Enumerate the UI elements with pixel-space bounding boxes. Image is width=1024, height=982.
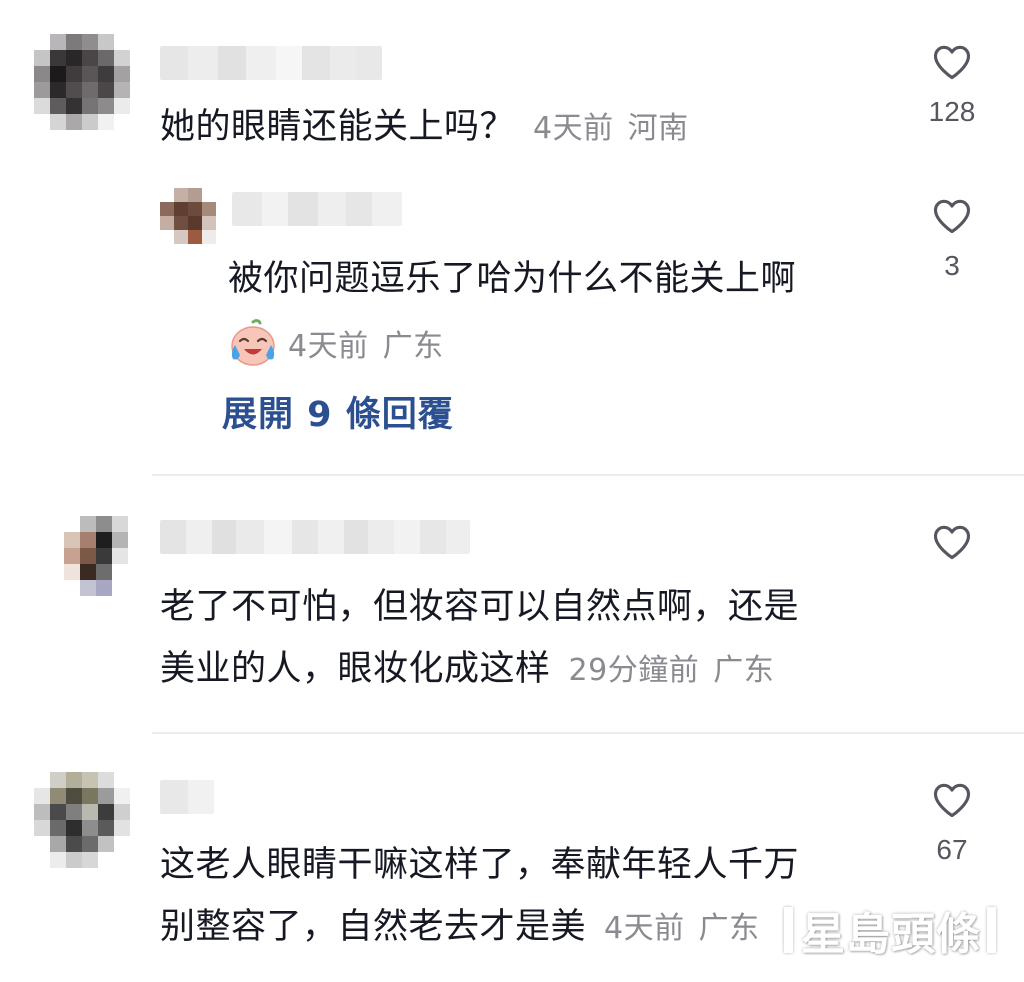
username-blurred[interactable] (160, 520, 470, 554)
avatar[interactable] (48, 516, 144, 612)
username-blurred[interactable] (160, 46, 382, 80)
comment-line-with-meta: 美业的人，眼妆化成这样 29分鐘前 广东 (160, 638, 799, 702)
comment-location: 广东 (698, 911, 760, 946)
comment-time: 4天前 (604, 911, 685, 946)
heart-outline-icon (933, 45, 971, 80)
divider (152, 474, 1024, 476)
watermark-text: 星島頭條 (801, 909, 981, 960)
avatar[interactable] (34, 34, 130, 130)
watermark-logo: 星島頭條 (784, 898, 996, 962)
comment-time: 29分鐘前 (568, 653, 700, 688)
avatar[interactable] (34, 772, 130, 868)
divider (152, 732, 1024, 734)
reply-like-count: 3 (944, 250, 960, 281)
heart-outline-icon (933, 199, 971, 234)
like-button[interactable]: 67 (912, 778, 992, 866)
expand-replies-link[interactable]: 展開 9 條回覆 (222, 386, 454, 437)
comment-line: 美业的人，眼妆化成这样 (160, 649, 551, 689)
heart-outline-icon (933, 525, 971, 560)
reply-username-blurred[interactable] (232, 192, 402, 226)
like-count: 128 (928, 96, 976, 127)
like-count: 67 (936, 834, 968, 865)
like-button[interactable]: 128 (912, 40, 992, 128)
comment-time: 4天前 (533, 111, 614, 146)
comment-location: 河南 (627, 111, 689, 146)
username-blurred[interactable] (160, 780, 214, 814)
comment-text: 老了不可怕，但妆容可以自然点啊，还是 美业的人，眼妆化成这样 29分鐘前 广东 (160, 576, 799, 702)
reply-time: 4天前 (288, 329, 369, 364)
reply-meta-row: 4天前 广东 (228, 314, 444, 372)
comment-text: 这老人眼睛干嘛这样了，奉献年轻人千万 别整容了，自然老去才是美 4天前 广东 (160, 834, 799, 960)
comment-body: 她的眼睛还能关上吗？ (160, 107, 516, 147)
comment-line: 这老人眼睛干嘛这样了，奉献年轻人千万 (160, 845, 800, 885)
comment-text: 她的眼睛还能关上吗？ 4天前 河南 (160, 96, 689, 160)
comment-line-with-meta: 别整容了，自然老去才是美 4天前 广东 (160, 896, 799, 960)
reply-like-button[interactable]: 3 (912, 194, 992, 282)
crying-laughing-emoji (231, 319, 275, 366)
reply-text: 被你问题逗乐了哈为什么不能关上啊 (228, 259, 797, 299)
reply-avatar[interactable] (160, 188, 216, 244)
reply-location: 广东 (382, 329, 444, 364)
like-button[interactable] (912, 520, 992, 576)
heart-outline-icon (933, 783, 971, 818)
comment-location: 广东 (713, 653, 775, 688)
comment-line: 别整容了，自然老去才是美 (160, 907, 587, 947)
comment-line: 老了不可怕，但妆容可以自然点啊，还是 (160, 587, 800, 627)
